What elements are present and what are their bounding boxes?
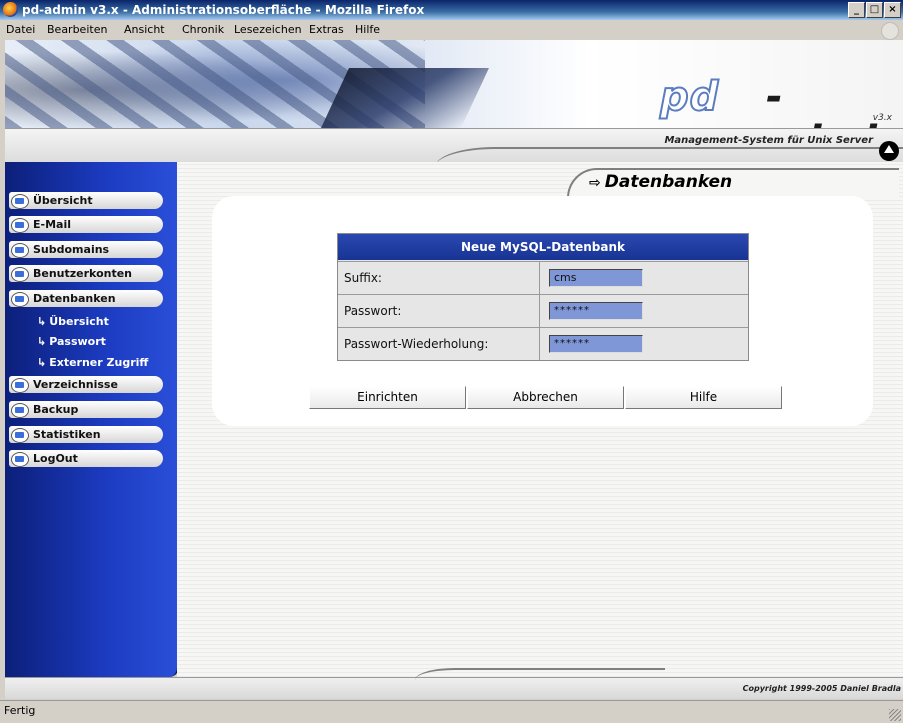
sidebar-item-datenbanken[interactable]: Datenbanken <box>9 290 163 307</box>
sidebar-item-label: Benutzerkonten <box>33 267 133 280</box>
password-label: Passwort: <box>344 304 402 318</box>
menu-datei[interactable]: Datei <box>6 20 35 40</box>
password-repeat-label: Passwort-Wiederholung: <box>344 337 489 351</box>
minimize-button[interactable]: _ <box>848 2 865 18</box>
status-bar: Fertig <box>0 700 903 723</box>
folder-icon <box>11 452 29 467</box>
folder-icon <box>11 378 29 393</box>
sidebar-subitem-externer-zugriff[interactable]: Externer Zugriff <box>37 356 148 369</box>
tagline: Management-System für Unix Server <box>664 135 873 146</box>
menu-ansicht[interactable]: Ansicht <box>124 20 165 40</box>
form-cell: ****** <box>539 328 749 360</box>
folder-icon <box>11 243 29 258</box>
suffix-input[interactable]: cms <box>549 269 643 287</box>
folder-icon <box>11 403 29 418</box>
menu-lesezeichen[interactable]: Lesezeichen <box>234 20 302 40</box>
menu-extras[interactable]: Extras <box>309 20 344 40</box>
banner-decoration <box>321 68 489 128</box>
sidebar-nav: Übersicht E-Mail Subdomains Benutzerkont… <box>5 162 179 677</box>
menu-chronik[interactable]: Chronik <box>182 20 224 40</box>
menu-bar: Datei Bearbeiten Ansicht Chronik Lesezei… <box>0 20 903 40</box>
help-button[interactable]: Hilfe <box>625 386 782 409</box>
sidebar-subitem-passwort[interactable]: Passwort <box>37 335 106 348</box>
sidebar-item-verzeichnisse[interactable]: Verzeichnisse <box>9 376 163 393</box>
create-button[interactable]: Einrichten <box>309 386 466 409</box>
folder-icon <box>11 267 29 282</box>
close-button[interactable]: × <box>884 2 901 18</box>
sidebar-item-statistiken[interactable]: Statistiken <box>9 426 163 443</box>
resize-grip-icon[interactable] <box>889 709 901 721</box>
copyright-text: Copyright 1999-2005 Daniel Bradla <box>742 684 901 693</box>
form-cell: ****** <box>539 295 749 327</box>
sidebar-subitem-uebersicht[interactable]: Übersicht <box>37 315 109 328</box>
suffix-label: Suffix: <box>344 271 382 285</box>
menu-bearbeiten[interactable]: Bearbeiten <box>47 20 107 40</box>
sidebar-item-label: E-Mail <box>33 218 71 231</box>
window-titlebar: pd-admin v3.x - Administrationsoberfläch… <box>0 0 903 20</box>
header-banner: pd -admin v3.x <box>5 40 903 128</box>
scroll-top-icon[interactable] <box>879 141 899 161</box>
throbber-icon <box>881 22 899 40</box>
password-repeat-input[interactable]: ****** <box>549 335 643 353</box>
sidebar-item-benutzerkonten[interactable]: Benutzerkonten <box>9 265 163 282</box>
folder-icon <box>11 428 29 443</box>
form-row-password-repeat: Passwort-Wiederholung: ****** <box>338 327 748 360</box>
sidebar-item-backup[interactable]: Backup <box>9 401 163 418</box>
cancel-button[interactable]: Abbrechen <box>467 386 624 409</box>
form-row-suffix: Suffix: cms <box>338 261 748 294</box>
form-cell: cms <box>539 262 749 294</box>
sidebar-item-label: Verzeichnisse <box>33 378 118 391</box>
sidebar-item-label: Übersicht <box>33 194 93 207</box>
sidebar-item-logout[interactable]: LogOut <box>9 450 163 467</box>
form-actions: Einrichten Abbrechen Hilfe <box>309 386 783 409</box>
folder-icon <box>11 218 29 233</box>
open-folder-icon <box>11 292 29 307</box>
page-footer: Copyright 1999-2005 Daniel Bradla <box>5 668 903 699</box>
logo-pd-text: pd <box>659 74 720 120</box>
firefox-icon <box>3 2 18 17</box>
menu-hilfe[interactable]: Hilfe <box>355 20 380 40</box>
password-input[interactable]: ****** <box>549 302 643 320</box>
window-title: pd-admin v3.x - Administrationsoberfläch… <box>22 3 425 17</box>
sidebar-item-label: LogOut <box>33 452 78 465</box>
sub-banner: Management-System für Unix Server <box>5 128 903 163</box>
window-controls: _ □ × <box>848 2 901 18</box>
sidebar-item-email[interactable]: E-Mail <box>9 216 163 233</box>
sidebar-item-label: Datenbanken <box>33 292 116 305</box>
sidebar-item-uebersicht[interactable]: Übersicht <box>9 192 163 209</box>
folder-icon <box>11 194 29 209</box>
status-text: Fertig <box>4 704 36 717</box>
sidebar-item-label: Backup <box>33 403 79 416</box>
form-title: Neue MySQL-Datenbank <box>338 234 748 260</box>
new-database-form: Neue MySQL-Datenbank Suffix: cms Passwor… <box>337 233 749 361</box>
footer-curve <box>415 668 665 684</box>
maximize-button[interactable]: □ <box>866 2 883 18</box>
sidebar-item-subdomains[interactable]: Subdomains <box>9 241 163 258</box>
logo-version: v3.x <box>872 113 892 123</box>
page-title: Datenbanken <box>589 172 732 192</box>
sidebar-item-label: Subdomains <box>33 243 110 256</box>
sidebar-item-label: Statistiken <box>33 428 101 441</box>
form-row-password: Passwort: ****** <box>338 294 748 327</box>
pd-admin-logo: pd -admin v3.x <box>659 74 903 128</box>
